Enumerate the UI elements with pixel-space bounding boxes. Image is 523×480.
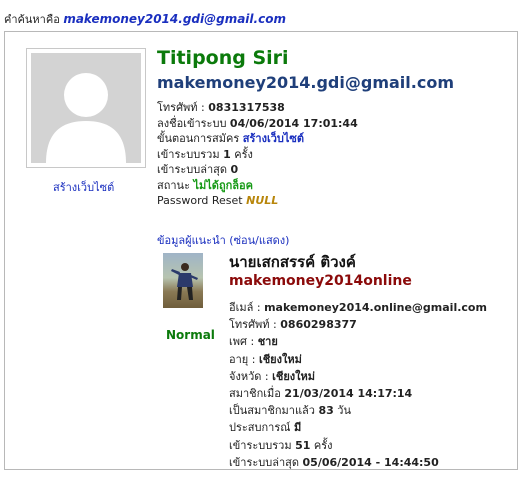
referrer-name: นายเสกสรรค์ ติวงค์ (229, 253, 356, 271)
registered-value: 04/06/2014 17:01:44 (229, 116, 358, 130)
last-login-value: 0 (230, 163, 239, 176)
referrer-photo (163, 253, 203, 308)
referrer-email-row: อีเมล์ : makemoney2014.online@gmail.com (229, 299, 487, 316)
referrer-province-value: เชียงใหม่ (272, 369, 316, 383)
profile-name: Titipong Siri (157, 47, 289, 69)
password-reset-label: Password Reset (157, 194, 243, 207)
referrer-last-login-row: เข้าระบบล่าสุด 05/06/2014 - 14:44:50 (229, 454, 487, 471)
referrer-member-since-row: สมาชิกเมื่อ 21/03/2014 14:17:14 (229, 385, 487, 402)
password-reset-row: Password Reset NULL (157, 193, 454, 209)
phone-value: 0831317538 (208, 101, 285, 114)
referrer-logins-unit: ครั้ง (313, 438, 333, 452)
search-query: makemoney2014.gdi@gmail.com (63, 12, 286, 26)
referrer-logins-label: เข้าระบบรวม (229, 438, 292, 452)
referrer-age-value: เชียงใหม่ (258, 352, 302, 366)
referrer-member-days-label: เป็นสมาชิกมาแล้ว (229, 404, 315, 418)
referrer-last-login-label: เข้าระบบล่าสุด (229, 455, 300, 469)
referrer-experience-label: ประสบการณ์ (229, 421, 291, 435)
logins-value: 1 (223, 147, 231, 161)
phone-row: โทรศัพท์ : 0831317538 (157, 100, 454, 116)
referrer-member-days-value: 83 (318, 404, 334, 418)
registered-label: ลงชื่อเข้าระบบ (157, 116, 227, 130)
referrer-phone-value: 0860298377 (280, 318, 357, 332)
search-summary: คำค้นหาคือ makemoney2014.gdi@gmail.com (4, 10, 286, 28)
logins-row: เข้าระบบรวม 1 ครั้ง (157, 147, 454, 163)
referrer-logins-row: เข้าระบบรวม 51 ครั้ง (229, 437, 487, 454)
referrer-member-days-unit: วัน (337, 404, 351, 418)
profile-info: Titipong Siri makemoney2014.gdi@gmail.co… (157, 46, 454, 209)
step-row: ขั้นตอนการสมัคร สร้างเว็บไซต์ (157, 131, 454, 147)
person-photo-icon (171, 263, 198, 300)
referrer-email-value: makemoney2014.online@gmail.com (264, 301, 487, 314)
referrer-experience-value: มี (293, 421, 302, 435)
referrer-member-since-label: สมาชิกเมื่อ (229, 387, 281, 401)
phone-label: โทรศัพท์ : (157, 101, 205, 114)
avatar (26, 48, 146, 168)
referrer-toggle-link[interactable]: ข้อมูลผู้แนะนำ (ซ่อน/แสดง) (157, 231, 289, 249)
step-value: สร้างเว็บไซต์ (242, 132, 305, 145)
logins-unit: ครั้ง (234, 147, 253, 161)
default-user-icon (46, 73, 126, 163)
status-value: ไม่ได้ถูกล็อค (193, 178, 253, 192)
referrer-member-days-row: เป็นสมาชิกมาแล้ว 83 วัน (229, 402, 487, 419)
referrer-username: makemoney2014online (229, 273, 412, 289)
referrer-phone-row: โทรศัพท์ : 0860298377 (229, 316, 487, 333)
referrer-info: นายเสกสรรค์ ติวงค์ makemoney2014online อ… (229, 252, 487, 471)
referrer-experience-row: ประสบการณ์ มี (229, 419, 487, 436)
search-label: คำค้นหาคือ (4, 13, 60, 26)
referrer-gender-row: เพศ : ชาย (229, 333, 487, 350)
profile-card: สร้างเว็บไซต์ Titipong Siri makemoney201… (4, 31, 518, 470)
referrer-province-label: จังหวัด : (229, 369, 269, 383)
referrer-gender-label: เพศ : (229, 335, 255, 349)
status-row: สถานะ ไม่ได้ถูกล็อค (157, 178, 454, 194)
last-login-row: เข้าระบบล่าสุด 0 (157, 162, 454, 178)
logins-label: เข้าระบบรวม (157, 147, 220, 161)
referrer-gender-value: ชาย (257, 335, 278, 349)
registered-row: ลงชื่อเข้าระบบ 04/06/2014 17:01:44 (157, 116, 454, 132)
referrer-last-login-value: 05/06/2014 - 14:44:50 (302, 455, 439, 469)
referrer-age-row: อายุ : เชียงใหม่ (229, 351, 487, 368)
last-login-label: เข้าระบบล่าสุด (157, 163, 228, 176)
member-level-badge: Normal (166, 328, 215, 342)
referrer-phone-label: โทรศัพท์ : (229, 318, 277, 332)
profile-email: makemoney2014.gdi@gmail.com (157, 73, 454, 92)
referrer-email-label: อีเมล์ : (229, 301, 261, 314)
step-label: ขั้นตอนการสมัคร (157, 132, 240, 145)
referrer-logins-value: 51 (295, 438, 311, 452)
password-reset-value: NULL (246, 194, 279, 207)
status-label: สถานะ (157, 178, 190, 192)
referrer-age-label: อายุ : (229, 352, 256, 366)
referrer-province-row: จังหวัด : เชียงใหม่ (229, 368, 487, 385)
create-website-link[interactable]: สร้างเว็บไซต์ (53, 178, 114, 196)
referrer-member-since-value: 21/03/2014 14:17:14 (284, 387, 413, 401)
